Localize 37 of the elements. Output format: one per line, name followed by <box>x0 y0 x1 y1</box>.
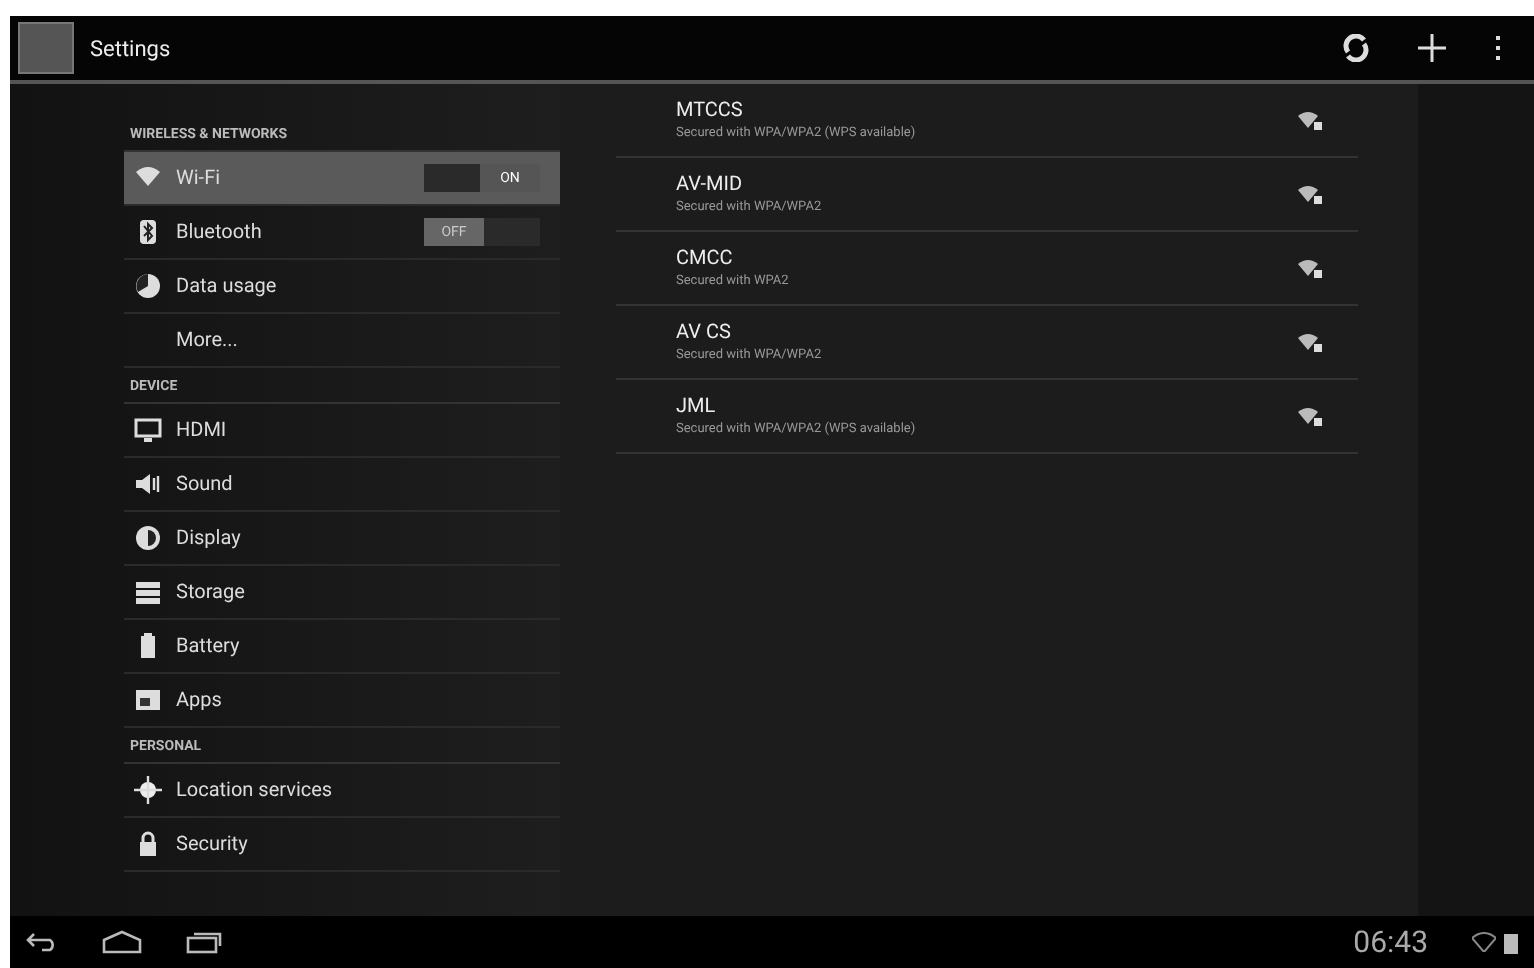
settings-item[interactable]: HDMI <box>124 404 560 458</box>
secured-wifi-icon <box>1298 184 1322 204</box>
monitor-icon <box>134 416 162 444</box>
bluetooth-icon <box>134 218 162 246</box>
settings-item[interactable]: Battery <box>124 620 560 674</box>
lock-icon <box>134 830 162 858</box>
screen-title: Settings <box>90 35 173 61</box>
home-button[interactable] <box>102 930 142 954</box>
settings-item[interactable]: Sound <box>124 458 560 512</box>
recent-apps-button[interactable] <box>186 930 222 954</box>
secured-wifi-icon <box>1298 258 1322 278</box>
secured-wifi-icon <box>1298 332 1322 352</box>
app-icon <box>18 22 74 74</box>
settings-item[interactable]: Security <box>124 818 560 872</box>
settings-item[interactable]: Display <box>124 512 560 566</box>
secured-wifi-icon <box>1298 110 1322 130</box>
settings-item[interactable]: Data usage <box>124 260 560 314</box>
settings-item[interactable]: Apps <box>124 674 560 728</box>
secured-wifi-icon <box>1298 406 1322 426</box>
back-button[interactable] <box>26 932 58 952</box>
settings-item[interactable]: Location services <box>124 764 560 818</box>
clock-time: 06:43 <box>1353 924 1428 960</box>
location-icon <box>134 776 162 804</box>
half-circle-icon <box>134 524 162 552</box>
picture-icon <box>134 686 162 714</box>
overflow-menu-icon <box>1494 34 1502 62</box>
speaker-icon <box>134 470 162 498</box>
plus-icon <box>1418 34 1446 62</box>
settings-item[interactable]: Storage <box>124 566 560 620</box>
home-icon <box>102 930 142 954</box>
battery-icon <box>1504 931 1518 953</box>
wifi-icon <box>1472 932 1496 952</box>
recent-apps-icon <box>186 930 222 954</box>
refresh-icon <box>1342 34 1370 62</box>
stack-icon <box>134 578 162 606</box>
back-icon <box>26 932 58 952</box>
pie-chart-icon <box>134 272 162 300</box>
